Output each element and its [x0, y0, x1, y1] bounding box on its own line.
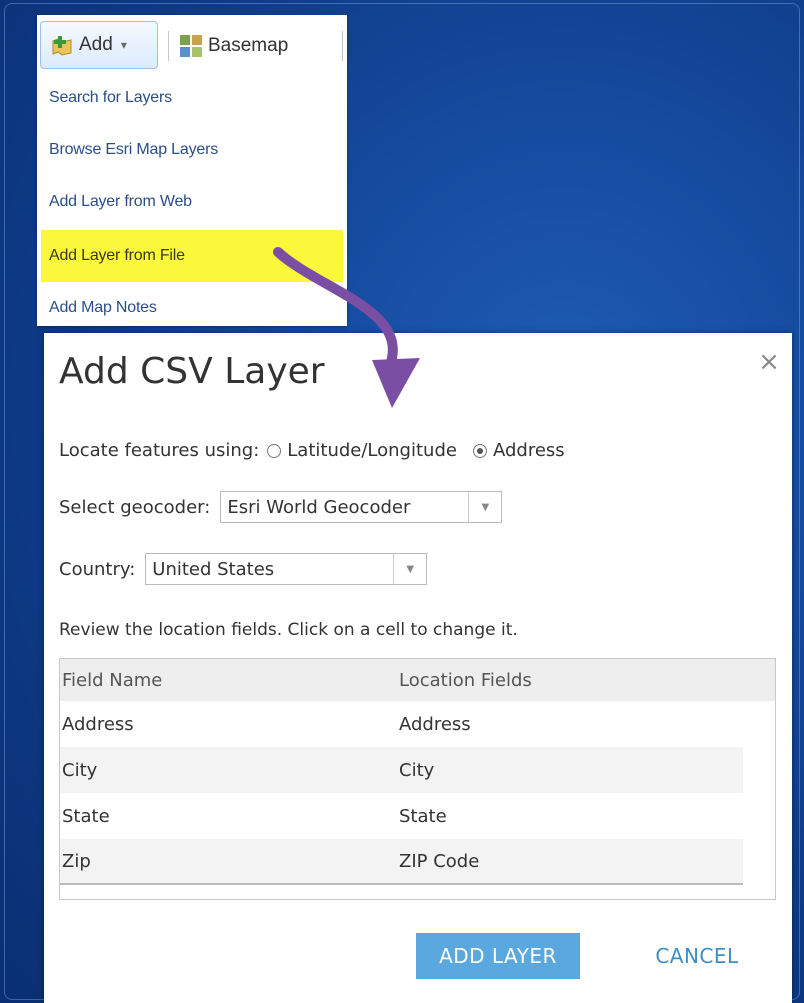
menu-item-browse-esri-map-layers[interactable]: Browse Esri Map Layers [41, 124, 343, 176]
chevron-down-icon[interactable]: ▼ [393, 554, 426, 584]
geocoder-label: Select geocoder: [59, 496, 211, 518]
table-row[interactable]: City City [60, 747, 743, 793]
location-field-cell[interactable]: Address [399, 714, 471, 735]
add-layer-icon [51, 34, 73, 56]
geocoder-select[interactable]: Esri World Geocoder ▼ [220, 491, 503, 523]
add-layer-button[interactable]: ADD LAYER [416, 933, 580, 979]
geocoder-select-value: Esri World Geocoder [227, 496, 411, 518]
basemap-button-label: Basemap [208, 35, 289, 56]
geocoder-row: Select geocoder: Esri World Geocoder ▼ [59, 491, 503, 523]
table-row[interactable]: Address Address [60, 701, 743, 747]
table-row[interactable]: State State [60, 793, 743, 839]
latitude-longitude-radio[interactable] [267, 443, 282, 458]
add-csv-layer-dialog: Add CSV Layer × Locate features using: L… [44, 333, 792, 1003]
table-header-row: Field Name Location Fields [60, 659, 775, 701]
address-radio[interactable] [472, 443, 487, 458]
chevron-down-icon: ▾ [120, 38, 127, 52]
locate-features-row: Locate features using: Latitude/Longitud… [59, 440, 565, 461]
location-field-cell[interactable]: ZIP Code [399, 851, 479, 872]
field-name-cell[interactable]: Address [62, 714, 134, 735]
close-icon[interactable]: × [756, 349, 782, 375]
locate-features-label: Locate features using: [59, 440, 260, 461]
basemap-grid-icon [180, 35, 202, 57]
country-label: Country: [59, 558, 136, 580]
field-name-cell[interactable]: City [62, 760, 97, 781]
country-select-value: United States [152, 558, 275, 580]
menu-item-search-for-layers[interactable]: Search for Layers [41, 72, 343, 124]
column-header-field-name: Field Name [62, 669, 163, 691]
add-button-label: Add [79, 34, 113, 55]
basemap-button[interactable]: Basemap [180, 30, 288, 62]
field-name-cell[interactable]: Zip [62, 851, 91, 872]
review-instructions: Review the location fields. Click on a c… [59, 620, 518, 640]
map-toolbar: Add ▾ Basemap [37, 15, 347, 77]
cancel-button[interactable]: CANCEL [642, 933, 752, 979]
table-row[interactable]: Zip ZIP Code [60, 839, 743, 885]
toolbar-divider [342, 31, 343, 61]
field-name-cell[interactable]: State [62, 806, 110, 827]
country-row: Country: United States ▼ [59, 553, 428, 585]
chevron-down-icon[interactable]: ▼ [468, 492, 501, 522]
column-header-location-fields: Location Fields [399, 669, 532, 691]
add-button[interactable]: Add ▾ [40, 21, 158, 69]
country-select[interactable]: United States ▼ [145, 553, 428, 585]
menu-item-add-layer-from-web[interactable]: Add Layer from Web [41, 176, 343, 228]
location-field-cell[interactable]: State [399, 806, 447, 827]
location-fields-table: Field Name Location Fields Address Addre… [59, 658, 776, 900]
toolbar-divider [168, 31, 169, 61]
address-label[interactable]: Address [493, 440, 565, 461]
location-field-cell[interactable]: City [399, 760, 434, 781]
curved-arrow-icon [273, 247, 420, 408]
latitude-longitude-label[interactable]: Latitude/Longitude [287, 440, 457, 461]
